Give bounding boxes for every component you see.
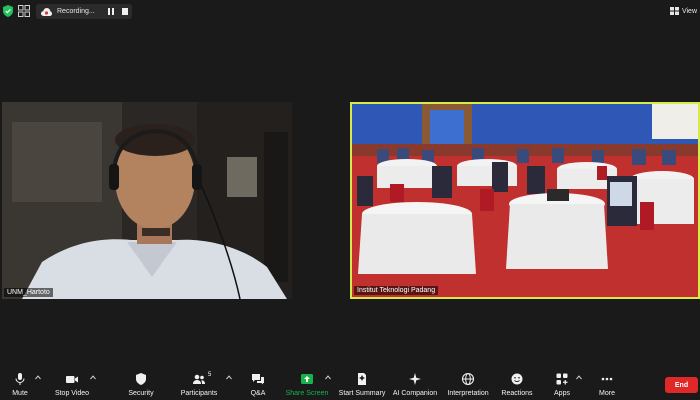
mute-options-chevron-icon[interactable]	[35, 375, 41, 380]
start-summary-label: Start Summary	[338, 390, 386, 397]
participants-icon	[193, 374, 205, 384]
top-bar: Recording... View	[0, 0, 700, 22]
security-shield-icon	[136, 373, 146, 385]
reactions-label: Reactions	[501, 390, 533, 397]
participants-options-chevron-icon[interactable]	[226, 375, 232, 380]
security-label: Security	[128, 390, 154, 397]
participant-name-tag: UNM_Hartoto	[4, 288, 53, 297]
mute-button[interactable]: Mute	[2, 366, 38, 400]
video-options-chevron-icon[interactable]	[90, 375, 96, 380]
interpretation-button[interactable]: Interpretation	[444, 366, 492, 400]
qa-chat-icon	[252, 374, 264, 385]
qa-button[interactable]: Q&A	[243, 366, 273, 400]
share-screen-label: Share Screen	[285, 390, 329, 397]
share-screen-icon	[301, 374, 313, 384]
more-label: More	[599, 390, 615, 397]
share-screen-button[interactable]: Share Screen	[284, 366, 330, 400]
ai-sparkle-icon	[409, 373, 421, 385]
recording-indicator: Recording...	[36, 4, 132, 19]
meeting-toolbar: Mute Stop Video Security Participants 5	[0, 366, 700, 400]
apps-icon	[556, 373, 568, 385]
ai-companion-label: AI Companion	[392, 390, 438, 397]
security-button[interactable]: Security	[123, 366, 159, 400]
more-button[interactable]: More	[593, 366, 621, 400]
video-camera-icon	[66, 376, 78, 383]
apps-label: Apps	[554, 390, 570, 397]
view-label: View	[681, 7, 697, 15]
participant-video-room	[352, 104, 698, 297]
ai-companion-button[interactable]: AI Companion	[392, 366, 438, 400]
end-meeting-button[interactable]: End	[665, 377, 698, 393]
smiley-icon	[511, 373, 523, 385]
participant-name-tag: Institut Teknologi Padang	[354, 286, 439, 295]
start-summary-button[interactable]: Start Summary	[336, 366, 388, 400]
participants-button[interactable]: Participants	[177, 366, 221, 400]
stop-video-button[interactable]: Stop Video	[50, 366, 94, 400]
gallery-grid-icon[interactable]	[18, 5, 30, 17]
view-button[interactable]: View	[669, 5, 697, 17]
more-dots-icon	[601, 377, 613, 381]
mute-label: Mute	[12, 390, 28, 397]
apps-button[interactable]: Apps	[547, 366, 577, 400]
participants-label: Participants	[180, 390, 218, 397]
apps-options-chevron-icon[interactable]	[576, 375, 582, 380]
participant-video	[2, 102, 292, 299]
video-tile-unm-hartoto[interactable]: UNM_Hartoto	[2, 102, 292, 299]
share-options-chevron-icon[interactable]	[325, 375, 331, 380]
summary-document-icon	[358, 373, 366, 385]
reactions-button[interactable]: Reactions	[498, 366, 536, 400]
cloud-recording-icon	[41, 7, 52, 16]
view-grid-icon	[669, 7, 679, 15]
stop-recording-icon[interactable]	[120, 7, 130, 16]
interpretation-label: Interpretation	[447, 390, 489, 397]
qa-label: Q&A	[250, 390, 266, 397]
stop-video-label: Stop Video	[54, 390, 90, 397]
recording-label: Recording...	[57, 8, 95, 15]
participants-count: 5	[208, 372, 212, 378]
microphone-icon	[15, 373, 25, 385]
pause-recording-icon[interactable]	[106, 7, 116, 16]
globe-icon	[461, 372, 475, 386]
security-shield-icon[interactable]	[3, 5, 13, 17]
video-tile-institut-teknologi-padang[interactable]: Institut Teknologi Padang	[350, 102, 700, 299]
